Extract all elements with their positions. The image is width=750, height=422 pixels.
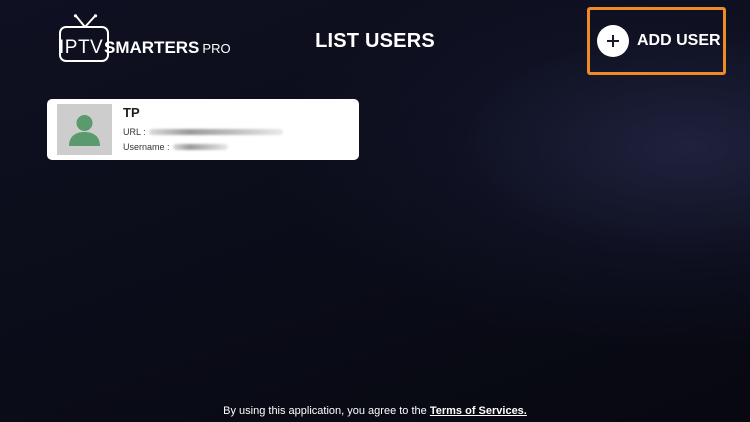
terms-footer: By using this application, you agree to … bbox=[0, 405, 750, 417]
username-redacted-value bbox=[172, 144, 228, 150]
user-username-row: Username : bbox=[123, 142, 228, 152]
user-card[interactable]: TP URL : Username : bbox=[47, 99, 359, 160]
user-url-row: URL : bbox=[123, 127, 283, 137]
url-label: URL : bbox=[123, 127, 146, 137]
avatar bbox=[57, 104, 112, 155]
terms-of-services-link[interactable]: Terms of Services. bbox=[430, 405, 527, 417]
username-label: Username : bbox=[123, 142, 170, 152]
url-redacted-value bbox=[148, 129, 283, 135]
add-user-button[interactable]: ADD USER bbox=[587, 7, 726, 75]
plus-icon bbox=[597, 25, 629, 57]
terms-prefix-text: By using this application, you agree to … bbox=[223, 405, 427, 417]
add-user-label: ADD USER bbox=[637, 32, 721, 49]
user-silhouette-icon bbox=[69, 115, 100, 146]
user-name: TP bbox=[123, 105, 140, 120]
